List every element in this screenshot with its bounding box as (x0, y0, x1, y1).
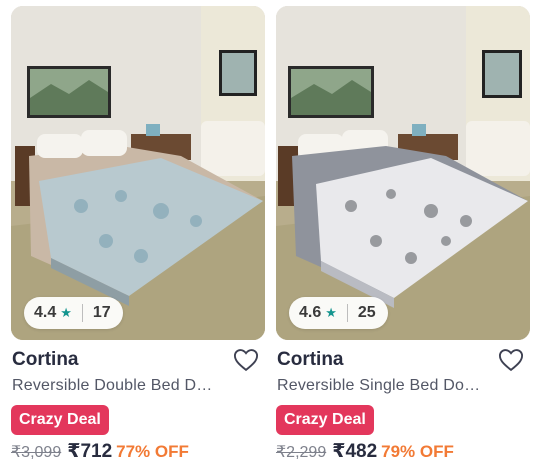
rating-divider (81, 304, 83, 322)
selling-price: ₹712 (67, 441, 113, 462)
product-grid: 4.4 ★ 17 Cortina Reversible Double Bed D… (0, 0, 541, 462)
discount-label: 77% OFF (116, 442, 189, 461)
rating-count: 17 (92, 304, 111, 321)
discount-label: 79% OFF (381, 442, 454, 461)
product-title[interactable]: Reversible Double Bed D… (12, 377, 257, 395)
rating-count: 25 (357, 304, 376, 321)
deal-badge: Crazy Deal (276, 405, 374, 435)
selling-price: ₹482 (332, 441, 378, 462)
star-icon: ★ (325, 305, 337, 320)
mrp-price: ₹2,299 (276, 444, 327, 461)
mrp-price: ₹3,099 (11, 444, 62, 461)
product-brand[interactable]: Cortina (277, 349, 344, 371)
price-row: ₹3,099 ₹712 77% OFF (11, 440, 189, 462)
star-icon: ★ (60, 305, 72, 320)
rating-badge: 4.4 ★ 17 (24, 297, 123, 329)
deal-badge: Crazy Deal (11, 405, 109, 435)
product-image[interactable] (11, 6, 265, 340)
product-card[interactable]: 4.4 ★ 17 Cortina Reversible Double Bed D… (11, 0, 271, 462)
heart-outline-icon[interactable] (497, 346, 525, 374)
product-title[interactable]: Reversible Single Bed Do… (277, 377, 522, 395)
rating-badge: 4.6 ★ 25 (289, 297, 388, 329)
rating-divider (346, 304, 348, 322)
rating-value: 4.4 (34, 304, 57, 321)
product-image[interactable] (276, 6, 530, 340)
product-card[interactable]: 4.6 ★ 25 Cortina Reversible Single Bed D… (276, 0, 536, 462)
rating-value: 4.6 (299, 304, 322, 321)
product-brand[interactable]: Cortina (12, 349, 79, 371)
heart-outline-icon[interactable] (232, 346, 260, 374)
price-row: ₹2,299 ₹482 79% OFF (276, 440, 454, 462)
